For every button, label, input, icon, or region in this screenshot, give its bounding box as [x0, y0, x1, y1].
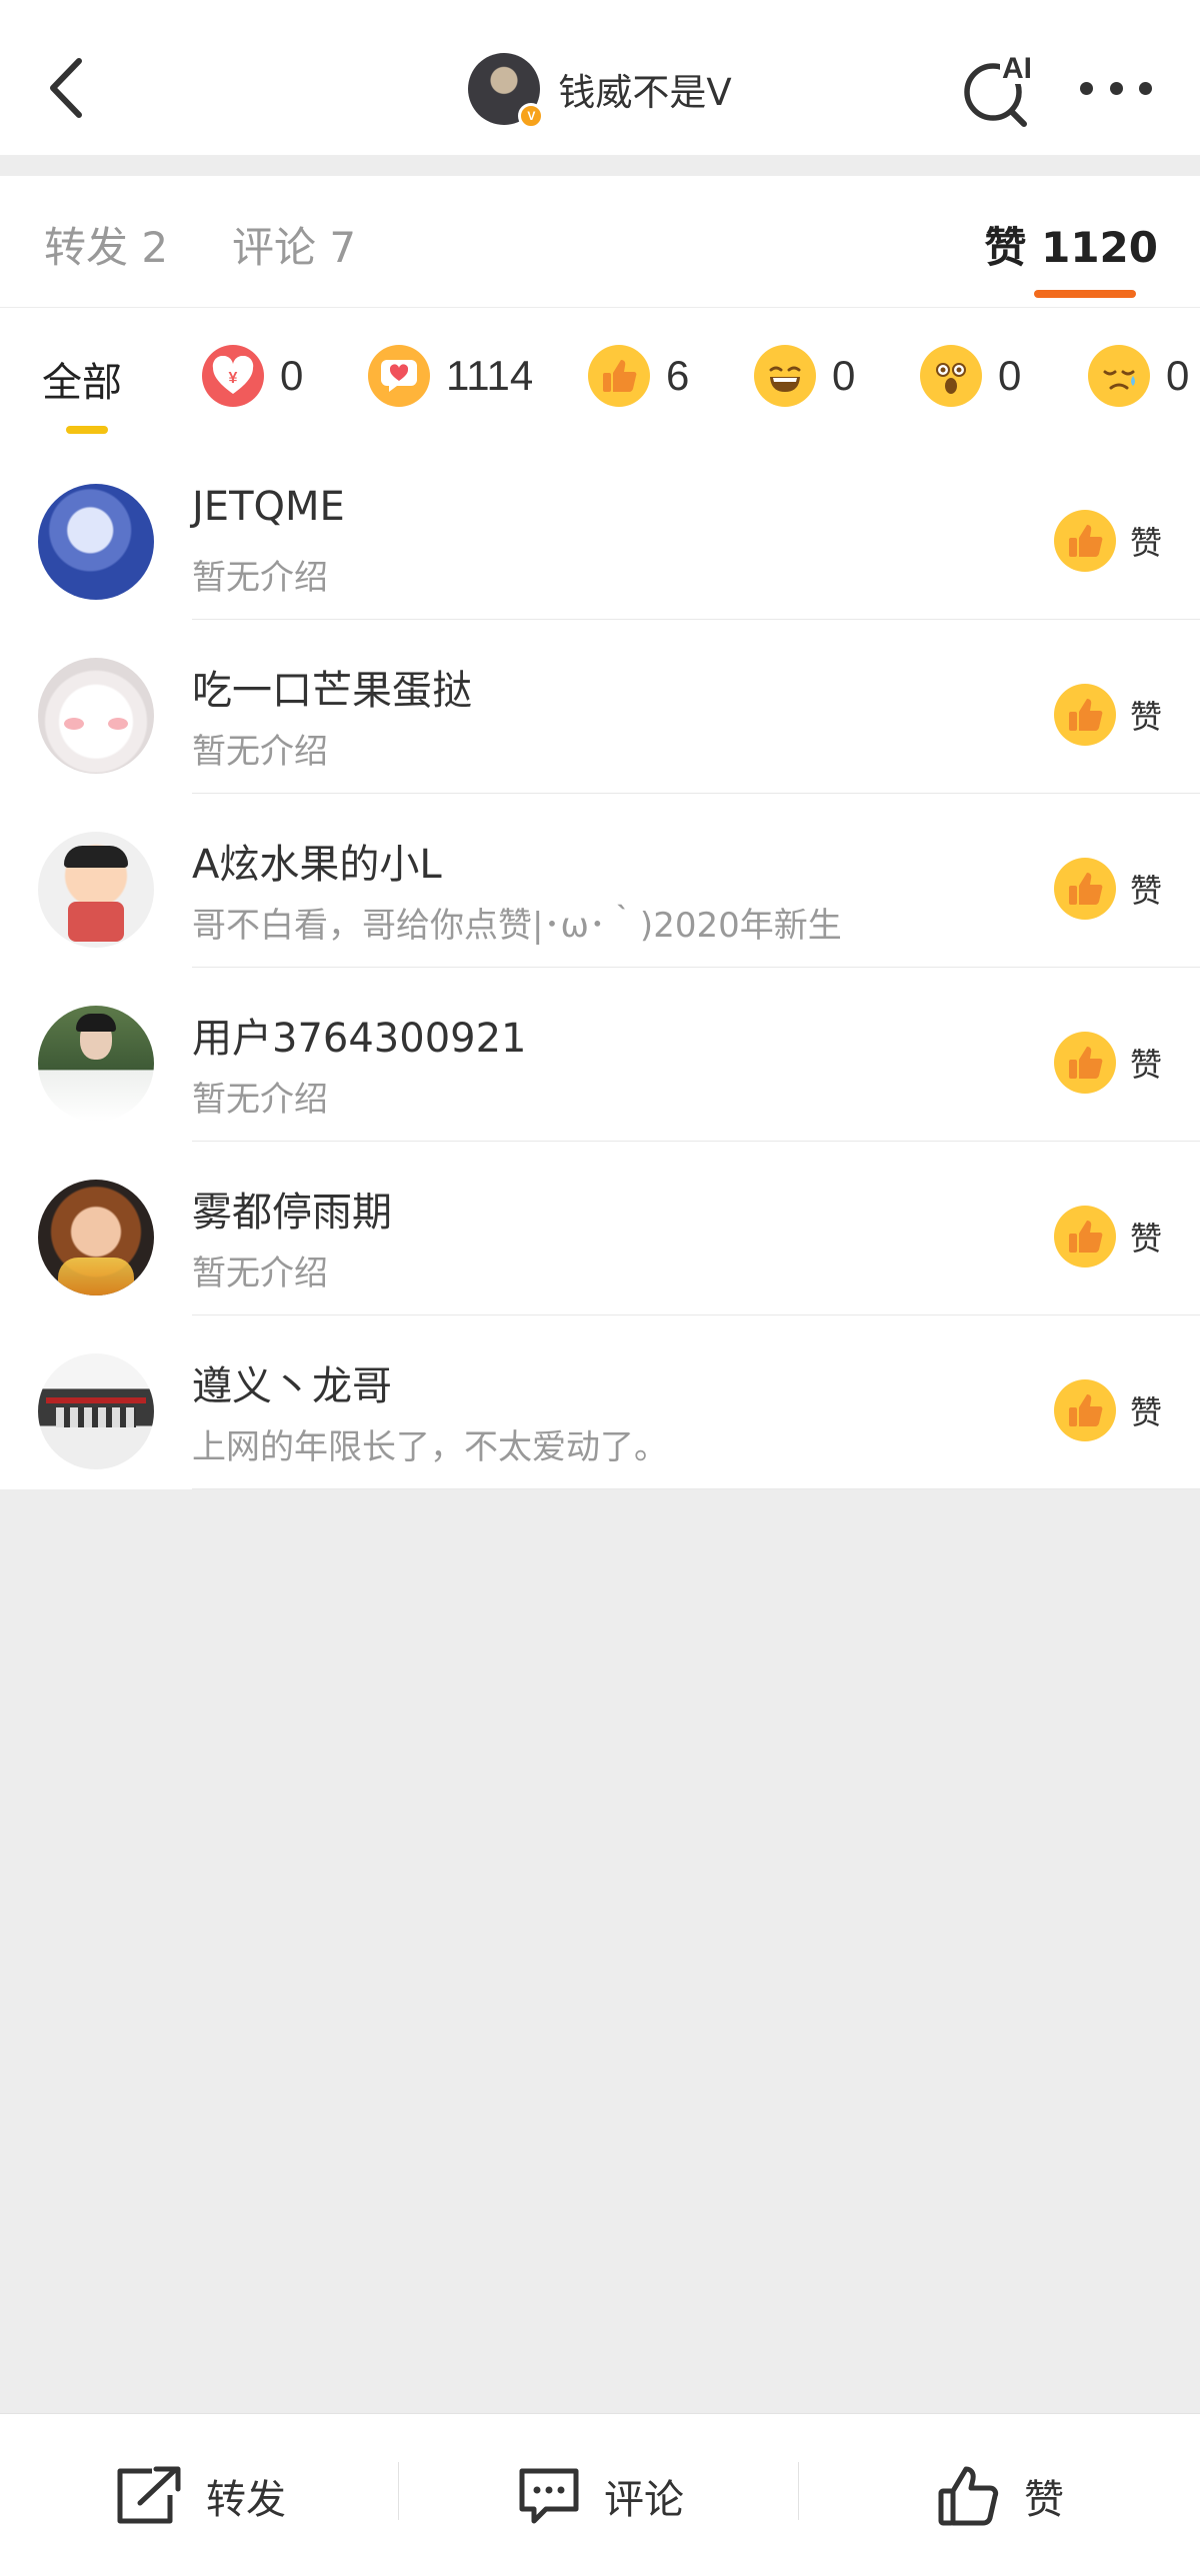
author-avatar[interactable]: V: [468, 53, 545, 129]
like-label: 赞: [1129, 872, 1162, 910]
user-description: 上网的年限长了，不太爱动了。: [192, 1427, 668, 1467]
laugh-icon: [754, 345, 816, 407]
more-dot: [1139, 81, 1152, 95]
comment-button[interactable]: 评论: [400, 2414, 800, 2576]
list-item[interactable]: A炫水果的小L 哥不白看，哥给你点赞|･ω･｀)2020年新生 赞: [0, 794, 1200, 968]
bottom-divider: [398, 2462, 399, 2520]
avatar[interactable]: [38, 1353, 154, 1469]
list-item[interactable]: JETQME 暂无介绍 赞: [0, 446, 1200, 620]
list-item[interactable]: 遵义丶龙哥 上网的年限长了，不太爱动了。 赞: [0, 1315, 1200, 1489]
avatar[interactable]: [38, 484, 154, 600]
reaction-filter-thumbs-up[interactable]: 6: [588, 344, 689, 408]
like-button[interactable]: 赞: [1053, 1379, 1162, 1441]
user-description: 暂无介绍: [192, 1254, 328, 1293]
like-button[interactable]: 赞: [1053, 1032, 1162, 1094]
svg-text:¥: ¥: [229, 370, 238, 387]
tab-like[interactable]: 赞 1120: [984, 214, 1158, 275]
reaction-count: 0: [998, 352, 1022, 399]
reaction-filter-indicator: [66, 426, 108, 434]
user-name[interactable]: 用户3764300921: [192, 1006, 527, 1064]
reaction-filter-surprised[interactable]: 0: [920, 344, 1021, 408]
like-action-label: 赞: [1024, 2476, 1064, 2523]
user-description: 哥不白看，哥给你点赞|･ω･｀)2020年新生: [192, 906, 842, 946]
like-label: 赞: [1129, 524, 1162, 562]
reaction-count: 0: [832, 352, 856, 399]
reaction-count: 1114: [446, 352, 534, 399]
reaction-filter-laugh[interactable]: 0: [754, 344, 855, 408]
user-name[interactable]: 遵义丶龙哥: [192, 1353, 392, 1411]
love-message-icon: [368, 345, 430, 407]
like-label: 赞: [1129, 1046, 1162, 1084]
avatar[interactable]: [38, 832, 154, 948]
user-name[interactable]: A炫水果的小L: [192, 832, 442, 890]
like-label: 赞: [1129, 1393, 1162, 1431]
list-item[interactable]: 雾都停雨期 暂无介绍 赞: [0, 1142, 1200, 1315]
thumbs-up-icon: [1053, 1032, 1116, 1094]
list-item[interactable]: 吃一口芒果蛋挞 暂无介绍 赞: [0, 620, 1200, 794]
thumbs-up-icon: [1053, 858, 1116, 920]
user-name[interactable]: 雾都停雨期: [192, 1180, 392, 1238]
avatar[interactable]: [38, 1180, 154, 1295]
thumbs-up-icon: [1053, 510, 1116, 572]
bottom-action-bar: 转发 评论 赞: [0, 2413, 1200, 2576]
like-label: 赞: [1129, 1220, 1162, 1258]
sad-icon: [1088, 345, 1150, 407]
like-button[interactable]: 赞: [1053, 684, 1162, 746]
thumbs-up-icon: [1053, 1206, 1116, 1268]
ai-label: AI: [1002, 52, 1032, 85]
thumbs-up-outline-icon: [938, 2466, 999, 2525]
ai-search-button[interactable]: AI: [960, 50, 1040, 130]
like-button[interactable]: 赞: [1053, 1206, 1162, 1268]
reaction-filter-sad[interactable]: 0: [1088, 344, 1189, 408]
detail-tabs: 转发 2 评论 7 赞 1120: [0, 176, 1200, 308]
active-tab-indicator: [1034, 290, 1136, 298]
user-description: 暂无介绍: [192, 558, 328, 598]
more-dot: [1109, 81, 1123, 95]
comment-label: 评论: [604, 2476, 684, 2523]
thumbs-up-icon: [1053, 684, 1116, 746]
user-description: 暂无介绍: [192, 1080, 328, 1120]
like-button[interactable]: 赞: [1053, 858, 1162, 920]
avatar[interactable]: [38, 658, 154, 774]
reaction-filter-reward[interactable]: ¥ 0: [202, 344, 303, 408]
surprised-icon: [920, 345, 982, 407]
repost-label: 转发: [206, 2476, 286, 2523]
tab-repost[interactable]: 转发 2: [44, 214, 168, 275]
like-action-button[interactable]: 赞: [800, 2414, 1200, 2576]
avatar[interactable]: [38, 1006, 154, 1122]
user-description: 暂无介绍: [192, 732, 328, 772]
thumbs-up-icon: [1053, 1379, 1116, 1441]
more-button[interactable]: [1080, 64, 1152, 112]
thumbs-up-icon: [588, 345, 650, 407]
reaction-filter-bar: 全部 ¥ 0 1114 6 0 0 0: [0, 308, 1200, 446]
top-bar: V 钱威不是V AI: [0, 0, 1200, 155]
reward-heart-icon: ¥: [202, 345, 264, 407]
list-item[interactable]: 用户3764300921 暂无介绍 赞: [0, 968, 1200, 1142]
like-label: 赞: [1129, 698, 1162, 736]
user-name[interactable]: JETQME: [192, 484, 345, 530]
repost-button[interactable]: 转发: [0, 2414, 400, 2576]
reaction-count: 6: [666, 352, 690, 399]
user-name[interactable]: 吃一口芒果蛋挞: [192, 658, 472, 716]
ai-search-icon: AI: [964, 50, 1040, 127]
reaction-filter-all[interactable]: 全部: [42, 350, 122, 408]
reaction-count: 0: [280, 352, 304, 399]
like-button[interactable]: 赞: [1053, 510, 1162, 572]
bottom-divider: [798, 2462, 799, 2520]
tab-comment[interactable]: 评论 7: [232, 214, 356, 275]
row-divider: [192, 1488, 1200, 1489]
like-user-list: JETQME 暂无介绍 赞 吃一口芒果蛋挞 暂无介绍 赞 A炫水果的小L 哥不白…: [0, 446, 1200, 1489]
verified-v-icon: V: [518, 103, 545, 129]
comment-icon: [519, 2468, 579, 2523]
share-icon: [117, 2466, 181, 2523]
more-dot: [1080, 81, 1093, 95]
author-name[interactable]: 钱威不是V: [558, 62, 731, 116]
reaction-count: 0: [1166, 352, 1190, 399]
reaction-filter-love[interactable]: 1114: [368, 344, 533, 408]
